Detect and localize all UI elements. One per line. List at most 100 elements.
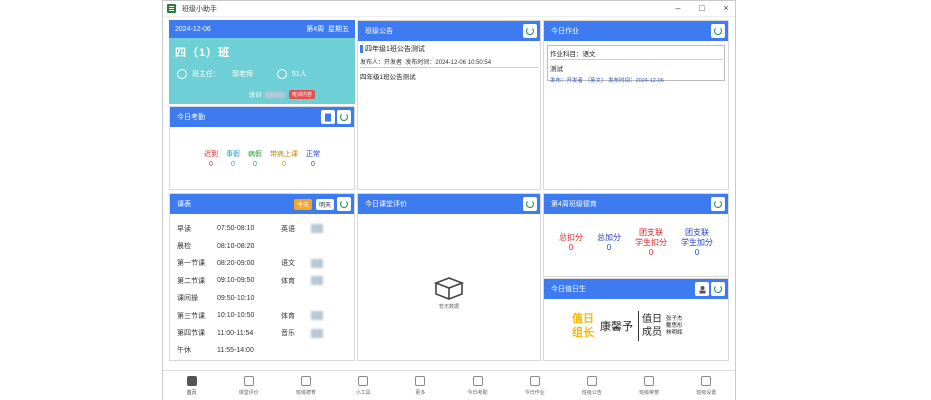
nav-label: 小工具 — [355, 389, 371, 396]
teacher-icon — [177, 69, 187, 79]
attendance-label: 带病上课 — [270, 151, 298, 158]
schedule-period: 晨检 — [177, 243, 191, 251]
attendance-title: 今日考勤 — [177, 114, 205, 121]
refresh-icon[interactable] — [711, 282, 725, 296]
schedule-subject: 音乐 — [281, 330, 295, 338]
attendance-item[interactable]: 带病上课 0 — [270, 149, 298, 168]
pen-icon — [529, 375, 540, 386]
bottom-nav: 首页 课堂评价 班级德育 小工具 更多 今日考勤 今日作业 班级公告 班级荣誉 班级设置 — [163, 370, 735, 400]
refresh-icon[interactable] — [337, 197, 351, 211]
tomorrow-button[interactable]: 明天 — [315, 199, 334, 210]
nav-item-tree[interactable]: 班级荣誉 — [621, 375, 678, 396]
schedule-period: 第一节课 — [177, 260, 205, 268]
nav-label: 今日考勤 — [467, 389, 488, 396]
person-icon[interactable] — [695, 282, 709, 296]
schedule-row: 第三节课 10:10-10:50 体育 — [177, 307, 354, 324]
nav-item-settings[interactable]: 班级设置 — [678, 375, 735, 396]
schedule-period: 第四节课 — [177, 330, 205, 338]
homework-publisher: 开发者 — [566, 78, 584, 84]
duty-panel: 今日值日生 值日 组长 康馨予 值日 成员 张子杰 戴思彤 林明辉 — [543, 278, 729, 361]
duty-member-label-1: 值日 — [642, 314, 662, 325]
points-title: 第4周班级德育 — [551, 201, 597, 208]
notice-icon — [586, 375, 597, 386]
schedule-row: 午休 11:55-14:00 — [177, 342, 354, 359]
points-label: 总扣分 — [559, 233, 583, 242]
nav-label: 班级设置 — [696, 389, 717, 396]
attendance-label: 迟到 — [204, 151, 218, 158]
attendance-value: 0 — [282, 161, 286, 168]
schedule-row: 课间操 09:50-10:10 — [177, 290, 354, 307]
duty-leader-label-1: 值日 — [572, 313, 594, 325]
attendance-item[interactable]: 迟到 0 — [204, 149, 218, 168]
notice-marker-icon — [360, 45, 363, 53]
refresh-icon[interactable] — [337, 110, 351, 124]
homework-time-label: 发布时间： — [608, 78, 636, 84]
schedule-row: 晨检 08:10-08:20 — [177, 237, 354, 254]
notice-time: 2024-12-06 10:50:54 — [435, 60, 492, 66]
schedule-row: 第二节课 09:10-09:50 体育 — [177, 272, 354, 289]
evaluation-panel: 今日课堂评价 暂无数据 — [357, 193, 541, 361]
points-label: 团支联 学生扣分 — [635, 228, 667, 247]
settings-icon — [701, 375, 712, 386]
nav-item-calendar[interactable]: 今日考勤 — [449, 375, 506, 396]
notice-item-title: 四年级1班公告测试 — [365, 46, 425, 53]
refresh-icon[interactable] — [523, 197, 537, 211]
today-button[interactable]: 今天 — [293, 199, 312, 210]
teacher-blurred — [311, 258, 323, 268]
nav-item-home[interactable]: 首页 — [163, 375, 220, 396]
attendance-panel: 今日考勤 迟到 0 事假 0 病假 0 带病上课 0 正常 0 — [169, 106, 355, 190]
teacher-name: 郭老师 — [232, 71, 253, 78]
nav-label: 今日作业 — [524, 389, 545, 396]
homework-subject-label: 作业科目： — [550, 51, 583, 58]
attendance-item[interactable]: 病假 0 — [248, 149, 262, 168]
schedule-title: 课表 — [177, 201, 191, 208]
points-panel: 第4周班级德育 总扣分 0 总加分 0 团支联 学生扣分 0 团支联 学生加分 0 — [543, 193, 729, 277]
attendance-item[interactable]: 正常 0 — [306, 149, 320, 168]
points-label: 团支联 学生加分 — [681, 228, 713, 247]
teacher-blurred — [311, 224, 323, 234]
duty-leader-label: 值日 组长 — [572, 312, 594, 340]
refresh-icon[interactable] — [711, 197, 725, 211]
homework-item[interactable]: 作业科目：语文 测试 发布：开发者 （英文） 发布时间：2024-12-06 — [547, 45, 725, 84]
notice-item[interactable]: 四年级1班公告测试 发布人：开发者 发布时间：2024-12-06 10:50:… — [360, 44, 538, 68]
attendance-item[interactable]: 事假 0 — [226, 149, 240, 168]
weekday-label: 星期五 — [328, 26, 349, 33]
points-item: 总扣分 0 — [559, 233, 583, 253]
class-name: 四（1）班 — [175, 47, 231, 59]
schedule-time: 08:10-08:20 — [217, 242, 255, 250]
document-icon[interactable] — [321, 110, 335, 124]
notice-publisher-label: 发布人： — [360, 60, 385, 66]
students-icon — [277, 69, 287, 79]
schedule-time: 08:20-09:00 — [217, 259, 255, 267]
maximize-button[interactable]: □ — [697, 3, 707, 14]
attendance-value: 0 — [311, 161, 315, 168]
duty-member-name: 张子杰 — [666, 315, 683, 322]
attendance-value: 0 — [253, 161, 257, 168]
nav-item-notice[interactable]: 班级公告 — [563, 375, 620, 396]
notice-publisher: 开发者 — [384, 60, 403, 66]
nav-item-book[interactable]: 班级德育 — [277, 375, 334, 396]
close-button[interactable]: × — [721, 3, 731, 14]
schedule-time: 07:50-08:10 — [217, 225, 255, 233]
nav-item-toolbox[interactable]: 小工具 — [335, 375, 392, 396]
week-label: 第4周 — [306, 26, 325, 33]
points-value: 0 — [648, 248, 654, 257]
nav-item-evaluate[interactable]: 课堂评价 — [220, 375, 277, 396]
points-item: 团支联 学生加分 0 — [681, 228, 713, 258]
duty-member-label: 值日 成员 — [642, 313, 662, 339]
refresh-icon[interactable] — [711, 24, 725, 38]
nav-item-menu[interactable]: 更多 — [392, 375, 449, 396]
attendance-label: 正常 — [306, 151, 320, 158]
refresh-icon[interactable] — [523, 24, 537, 38]
home-icon — [186, 375, 197, 386]
teacher-blurred — [311, 311, 323, 321]
nav-item-pen[interactable]: 今日作业 — [506, 375, 563, 396]
notice-content: 四年级1班公告测试 — [360, 74, 416, 81]
points-value: 0 — [606, 243, 612, 252]
attendance-value: 0 — [231, 161, 235, 168]
empty-state: 暂无数据 — [432, 274, 466, 310]
minimize-button[interactable]: – — [673, 3, 683, 14]
empty-box-icon — [433, 277, 465, 300]
evaluation-title: 今日课堂评价 — [365, 201, 407, 208]
schedule-row: 早读 07:50-08:10 英语 — [177, 220, 354, 237]
